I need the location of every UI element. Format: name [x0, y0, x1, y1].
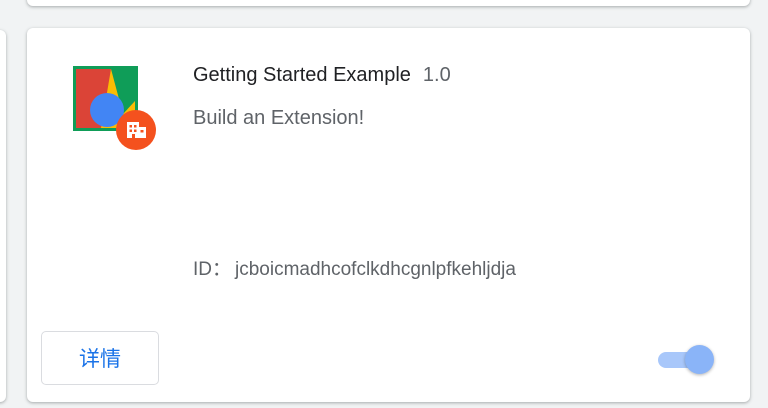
enable-toggle[interactable] — [658, 345, 716, 375]
extension-logo-icon — [73, 66, 161, 154]
extension-name: Getting Started Example — [193, 64, 411, 86]
extension-card: Getting Started Example 1.0 Build an Exte… — [27, 28, 750, 402]
extension-id: ID： jcboicmadhcofclkdhcgnlpfkehljdja — [193, 257, 516, 283]
adjacent-extension-card — [0, 30, 6, 402]
extension-title-row: Getting Started Example 1.0 — [193, 62, 451, 88]
extensions-page: Getting Started Example 1.0 Build an Exte… — [0, 0, 768, 408]
extension-version: 1.0 — [422, 64, 451, 86]
toggle-knob — [685, 345, 714, 374]
extension-description: Build an Extension! — [193, 107, 365, 129]
building-badge-icon — [116, 110, 156, 150]
previous-extension-card — [27, 0, 750, 6]
extension-id-value: jcboicmadhcofclkdhcgnlpfkehljdja — [235, 259, 516, 280]
extension-id-label: ID： — [193, 259, 232, 280]
details-button[interactable]: 详情 — [41, 331, 159, 385]
